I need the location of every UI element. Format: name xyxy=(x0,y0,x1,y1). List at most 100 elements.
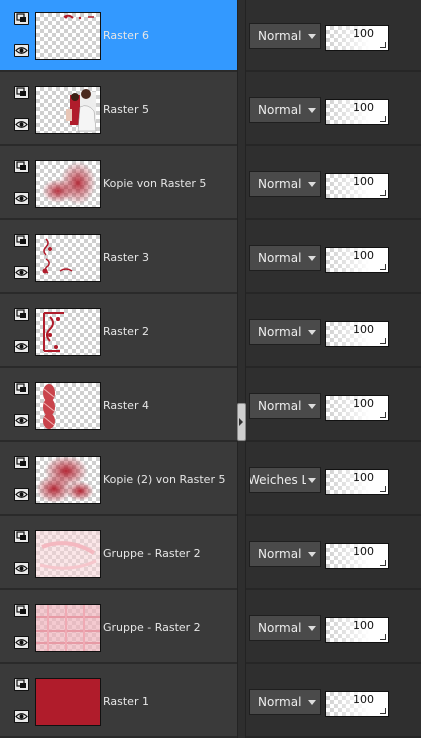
blend-mode-value: Normal xyxy=(258,399,302,413)
visibility-eye-icon[interactable] xyxy=(14,636,29,649)
opacity-value: 100 xyxy=(353,249,374,262)
layer-name: Raster 1 xyxy=(103,695,149,708)
layer-properties-row: Normal 100 xyxy=(246,296,421,368)
panel-splitter[interactable] xyxy=(237,0,246,738)
blend-mode-dropdown[interactable]: Normal xyxy=(249,245,321,271)
chevron-down-icon xyxy=(308,34,316,39)
layer-type-icon[interactable] xyxy=(14,530,29,543)
layer-row[interactable]: Raster 5 xyxy=(0,74,237,146)
chevron-down-icon xyxy=(308,404,316,409)
opacity-value: 100 xyxy=(353,27,374,40)
resize-grip-icon xyxy=(380,560,386,566)
resize-grip-icon xyxy=(380,708,386,714)
layer-row[interactable]: Gruppe - Raster 2 xyxy=(0,518,237,590)
blend-mode-dropdown[interactable]: Normal xyxy=(249,23,321,49)
visibility-eye-icon[interactable] xyxy=(14,488,29,501)
opacity-value: 100 xyxy=(353,323,374,336)
opacity-field[interactable]: 100 xyxy=(325,469,389,495)
blend-mode-value: Normal xyxy=(258,547,302,561)
layer-type-icon[interactable] xyxy=(14,12,29,25)
opacity-value: 100 xyxy=(353,101,374,114)
opacity-field[interactable]: 100 xyxy=(325,617,389,643)
opacity-field[interactable]: 100 xyxy=(325,173,389,199)
opacity-field[interactable]: 100 xyxy=(325,395,389,421)
blend-mode-dropdown[interactable]: Normal xyxy=(249,393,321,419)
blend-mode-dropdown[interactable]: Weiches Licht xyxy=(249,467,321,493)
blend-mode-value: Normal xyxy=(258,695,302,709)
layer-name: Gruppe - Raster 2 xyxy=(103,621,201,634)
layer-type-icon[interactable] xyxy=(14,678,29,691)
blend-mode-dropdown[interactable]: Normal xyxy=(249,615,321,641)
layer-type-icon[interactable] xyxy=(14,86,29,99)
layer-name: Raster 2 xyxy=(103,325,149,338)
layer-type-icon[interactable] xyxy=(14,604,29,617)
layer-type-icon[interactable] xyxy=(14,160,29,173)
resize-grip-icon xyxy=(380,190,386,196)
opacity-field[interactable]: 100 xyxy=(325,543,389,569)
chevron-down-icon xyxy=(308,256,316,261)
layer-type-icon[interactable] xyxy=(14,382,29,395)
visibility-eye-icon[interactable] xyxy=(14,414,29,427)
visibility-eye-icon[interactable] xyxy=(14,44,29,57)
layer-thumbnail xyxy=(35,86,101,134)
blend-mode-value: Normal xyxy=(258,621,302,635)
layer-thumbnail xyxy=(35,530,101,578)
visibility-eye-icon[interactable] xyxy=(14,340,29,353)
blend-mode-value: Normal xyxy=(258,177,302,191)
layer-name: Raster 4 xyxy=(103,399,149,412)
layer-properties-row: Normal 100 xyxy=(246,222,421,294)
opacity-value: 100 xyxy=(353,693,374,706)
layer-row[interactable]: Raster 4 xyxy=(0,370,237,442)
layer-row[interactable]: Kopie von Raster 5 xyxy=(0,148,237,220)
opacity-field[interactable]: 100 xyxy=(325,25,389,51)
layer-row[interactable]: Raster 6 xyxy=(0,0,237,72)
visibility-eye-icon[interactable] xyxy=(14,266,29,279)
blend-mode-dropdown[interactable]: Normal xyxy=(249,541,321,567)
layer-thumbnail xyxy=(35,678,101,726)
layer-properties-panel: Normal 100 Normal 100 Normal 100 Normal 100 Norm… xyxy=(246,0,421,738)
opacity-field[interactable]: 100 xyxy=(325,691,389,717)
layer-name: Raster 3 xyxy=(103,251,149,264)
chevron-down-icon xyxy=(308,330,316,335)
chevron-down-icon xyxy=(308,700,316,705)
opacity-field[interactable]: 100 xyxy=(325,99,389,125)
visibility-eye-icon[interactable] xyxy=(14,192,29,205)
layer-row[interactable]: Raster 1 xyxy=(0,666,237,738)
layer-properties-row: Normal 100 xyxy=(246,74,421,146)
blend-mode-dropdown[interactable]: Normal xyxy=(249,689,321,715)
visibility-eye-icon[interactable] xyxy=(14,710,29,723)
layer-name: Kopie von Raster 5 xyxy=(103,177,207,190)
layer-type-icon[interactable] xyxy=(14,456,29,469)
layer-thumbnail xyxy=(35,456,101,504)
layer-type-icon[interactable] xyxy=(14,234,29,247)
chevron-down-icon xyxy=(308,182,316,187)
chevron-down-icon xyxy=(308,552,316,557)
layer-list-panel: Raster 6 Raster 5 Kopie von Raster 5 Raster… xyxy=(0,0,237,738)
blend-mode-value: Normal xyxy=(258,103,302,117)
layer-thumbnail xyxy=(35,382,101,430)
resize-grip-icon xyxy=(380,486,386,492)
layer-properties-row: Normal 100 xyxy=(246,666,421,738)
resize-grip-icon xyxy=(380,338,386,344)
layer-row[interactable]: Kopie (2) von Raster 5 xyxy=(0,444,237,516)
layer-thumbnail xyxy=(35,12,101,60)
layer-type-icon[interactable] xyxy=(14,308,29,321)
layer-row[interactable]: Raster 3 xyxy=(0,222,237,294)
opacity-field[interactable]: 100 xyxy=(325,321,389,347)
layer-properties-row: Weiches Licht 100 xyxy=(246,444,421,516)
visibility-eye-icon[interactable] xyxy=(14,562,29,575)
opacity-value: 100 xyxy=(353,471,374,484)
splitter-collapse-handle[interactable] xyxy=(237,403,246,441)
opacity-value: 100 xyxy=(353,175,374,188)
layer-row[interactable]: Raster 2 xyxy=(0,296,237,368)
resize-grip-icon xyxy=(380,116,386,122)
blend-mode-dropdown[interactable]: Normal xyxy=(249,319,321,345)
layer-thumbnail xyxy=(35,604,101,652)
visibility-eye-icon[interactable] xyxy=(14,118,29,131)
resize-grip-icon xyxy=(380,42,386,48)
opacity-field[interactable]: 100 xyxy=(325,247,389,273)
blend-mode-dropdown[interactable]: Normal xyxy=(249,171,321,197)
layer-row[interactable]: Gruppe - Raster 2 xyxy=(0,592,237,664)
blend-mode-value: Normal xyxy=(258,325,302,339)
blend-mode-dropdown[interactable]: Normal xyxy=(249,97,321,123)
